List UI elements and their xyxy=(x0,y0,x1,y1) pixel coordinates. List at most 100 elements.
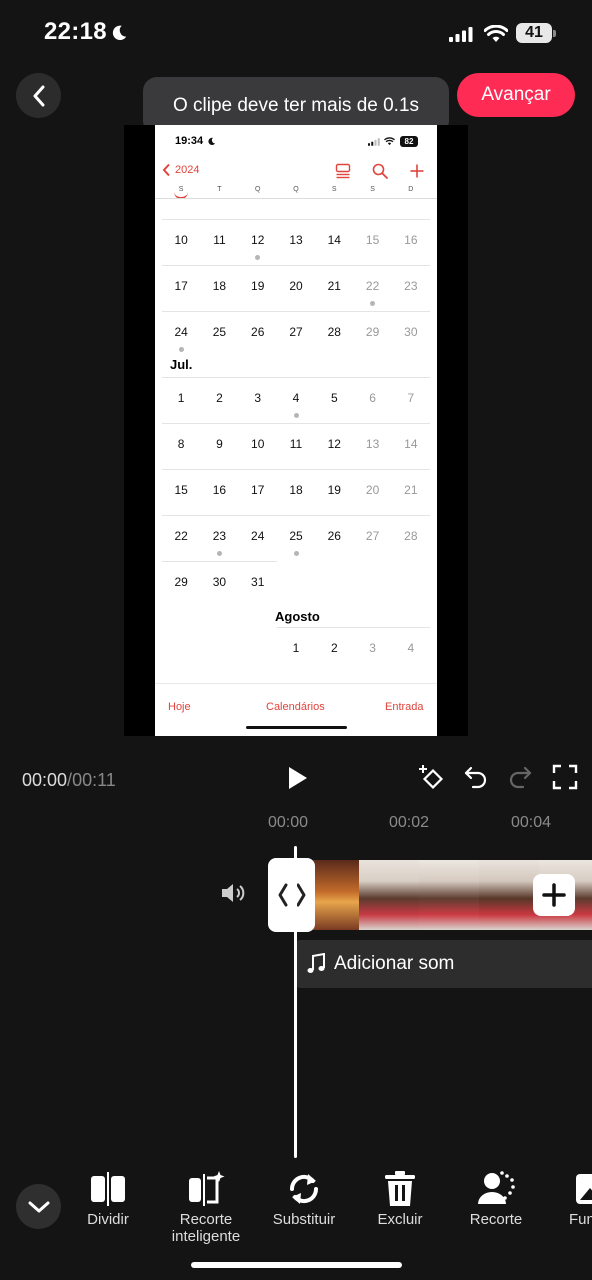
calendar-day: 12 xyxy=(251,233,265,247)
calendar-day: 1 xyxy=(177,391,185,405)
calendar-week-row: 10 11 12 13 14 15 16 xyxy=(162,219,430,265)
calendar-day: 24 xyxy=(174,325,188,339)
chevron-left-icon xyxy=(162,163,170,177)
calendar-day: 31 xyxy=(251,575,265,589)
wifi-icon xyxy=(484,25,508,42)
event-dot xyxy=(178,347,184,352)
calendar-day: 21 xyxy=(404,483,418,497)
calendar-week-row: 1 2 3 4 xyxy=(162,627,430,673)
add-sound-label: Adicionar som xyxy=(334,953,455,974)
weekday-label: Q xyxy=(254,186,261,193)
calendar-day: 4 xyxy=(292,391,300,405)
calendar-day: 16 xyxy=(212,483,227,497)
clip-thumbnail xyxy=(419,860,479,930)
calendar-day: 6 xyxy=(369,391,376,405)
split-button[interactable]: Dividir xyxy=(63,1170,153,1228)
tool-label: Excluir xyxy=(377,1211,423,1228)
smart-cut-button[interactable]: Recorte inteligente xyxy=(161,1170,251,1245)
calendar-day: 1 xyxy=(292,641,300,655)
month-label-august: Agosto xyxy=(275,609,320,624)
calendar-day: 4 xyxy=(407,641,415,655)
fullscreen-icon[interactable] xyxy=(552,764,578,790)
cutout-button[interactable]: Recorte xyxy=(451,1170,541,1228)
week-divider xyxy=(162,423,430,424)
cellular-signal-icon xyxy=(449,27,473,42)
calendar-day: 5 xyxy=(330,391,338,405)
current-time: 00:00 xyxy=(22,770,68,790)
play-button[interactable] xyxy=(284,765,310,791)
redo-icon[interactable] xyxy=(507,764,533,790)
calendar-week-row: 8 9 10 11 12 13 14 xyxy=(162,423,430,469)
event-dot xyxy=(216,551,222,556)
clip-thumbnail xyxy=(479,860,539,930)
trim-handle[interactable] xyxy=(268,858,315,932)
calendar-day: 18 xyxy=(212,279,227,293)
calendar-week-row: 22 23 24 25 26 27 28 xyxy=(162,515,430,561)
calendar-day: 25 xyxy=(212,325,227,339)
speaker-icon[interactable] xyxy=(220,881,246,905)
split-icon xyxy=(91,1172,125,1206)
background-button[interactable]: Fun xyxy=(547,1170,592,1228)
collapse-button[interactable] xyxy=(16,1184,61,1229)
trim-arrows-icon xyxy=(278,883,305,907)
calendar-day: 27 xyxy=(289,325,303,339)
calendar-day: 19 xyxy=(327,483,341,497)
replace-button[interactable]: Substituir xyxy=(259,1170,349,1228)
plus-icon xyxy=(542,883,566,907)
music-note-icon xyxy=(307,953,325,973)
cellular-signal-icon xyxy=(368,138,380,146)
keyframe-icon[interactable] xyxy=(418,764,444,790)
weekday-label: T xyxy=(217,186,222,193)
chevron-down-icon xyxy=(28,1201,49,1212)
moon-icon xyxy=(208,137,216,146)
weekday-label: D xyxy=(408,186,414,193)
calendar-day: 3 xyxy=(369,641,376,655)
calendar-day: 28 xyxy=(404,529,418,543)
home-indicator xyxy=(246,726,347,729)
background-icon xyxy=(576,1174,592,1204)
add-sound-button[interactable]: Adicionar som xyxy=(296,940,592,988)
calendar-day: 3 xyxy=(254,391,262,405)
calendar-week-row: 15 16 17 18 19 20 21 xyxy=(162,469,430,515)
search-icon xyxy=(372,163,388,179)
calendar-day: 12 xyxy=(327,437,341,451)
back-button[interactable] xyxy=(16,73,61,118)
ruler-label: 00:00 xyxy=(268,814,309,831)
event-dot xyxy=(293,413,299,418)
next-button[interactable]: Avançar xyxy=(457,73,575,117)
add-clip-button[interactable] xyxy=(533,874,575,916)
event-dot xyxy=(293,551,299,556)
week-divider xyxy=(162,219,430,220)
trash-icon xyxy=(385,1171,415,1206)
clip-thumbnail xyxy=(359,860,419,930)
calendar-day: 9 xyxy=(216,437,223,451)
calendar-day: 10 xyxy=(251,437,265,451)
calendar-day: 23 xyxy=(212,529,227,543)
clip-thumbnail xyxy=(313,860,359,930)
calendar-day: 10 xyxy=(174,233,188,247)
calendar-day: 15 xyxy=(365,233,380,247)
undo-icon[interactable] xyxy=(463,764,489,790)
week-divider xyxy=(162,311,430,312)
preview-status-time: 19:34 xyxy=(175,135,204,147)
preview-battery: 82 xyxy=(400,136,418,147)
chevron-left-icon xyxy=(33,85,44,106)
calendar-day: 20 xyxy=(289,279,303,293)
calendar-day: 7 xyxy=(407,391,415,405)
calendar-day: 26 xyxy=(251,325,265,339)
calendar-day: 15 xyxy=(174,483,188,497)
tool-label: Recorte xyxy=(469,1211,523,1228)
plus-icon xyxy=(410,164,424,178)
tab-today: Hoje xyxy=(168,701,191,713)
video-preview[interactable]: 19:34 82 2024 S T Q Q S S D 10 11 12 13 14 15… xyxy=(155,125,437,736)
weekday-label: S xyxy=(370,186,375,193)
calendar-week-row: 1 2 3 4 5 6 7 xyxy=(162,377,430,423)
weekday-label: S xyxy=(331,186,337,193)
week-divider xyxy=(162,469,430,470)
calendar-day: 11 xyxy=(213,233,226,247)
week-divider xyxy=(276,627,430,628)
month-label-july: Jul. xyxy=(170,357,193,372)
delete-button[interactable]: Excluir xyxy=(355,1170,445,1228)
smart-cut-icon xyxy=(189,1171,225,1206)
playhead[interactable] xyxy=(294,846,297,1158)
